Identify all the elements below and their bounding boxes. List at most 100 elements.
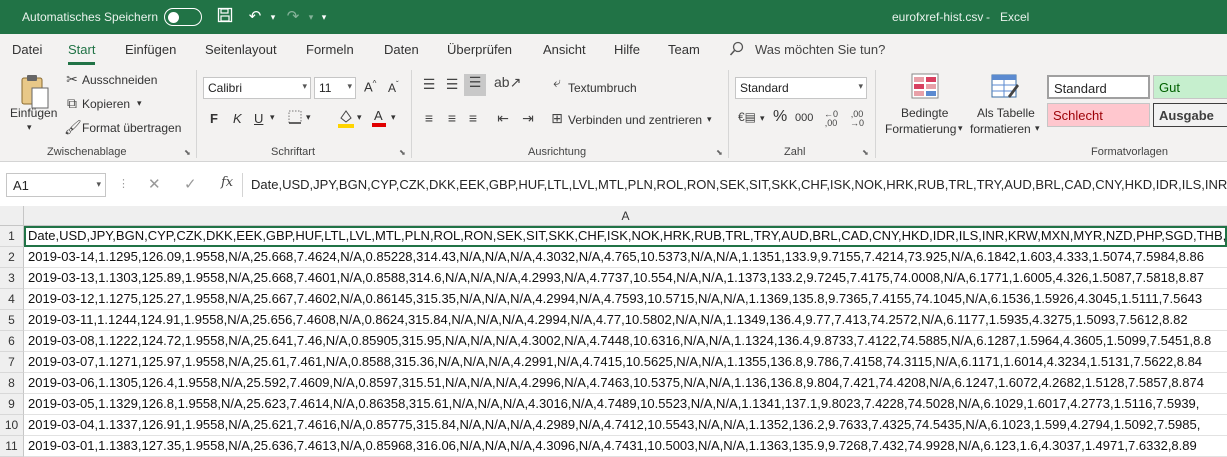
enter-icon[interactable]: ✓ — [184, 175, 197, 193]
format-as-table-icon[interactable] — [988, 72, 1022, 103]
format-as-table-dropdown-icon[interactable]: ▾ — [1035, 123, 1040, 134]
table-row[interactable]: Date,USD,JPY,BGN,CYP,CZK,DKK,EEK,GBP,HUF… — [24, 226, 1227, 247]
bold-button[interactable]: F — [210, 111, 218, 126]
tab-hilfe[interactable]: Hilfe — [614, 42, 640, 57]
cancel-icon[interactable]: ✕ — [148, 175, 161, 193]
align-middle-icon[interactable]: ☰ — [443, 76, 461, 93]
increase-indent-icon[interactable]: ⇥ — [519, 110, 537, 127]
row-header[interactable]: 1 — [0, 226, 24, 247]
fill-color-icon[interactable] — [336, 108, 356, 131]
accounting-dropdown-icon[interactable]: ▾ — [760, 113, 765, 124]
table-row[interactable]: 2019-03-06,1.1305,126.4,1.9558,N/A,25.59… — [24, 373, 1227, 394]
tell-me-search[interactable]: Was möchten Sie tun? — [755, 42, 885, 57]
table-row[interactable]: 2019-03-05,1.1329,126.8,1.9558,N/A,25.62… — [24, 394, 1227, 415]
tab-einfuegen[interactable]: Einfügen — [125, 42, 176, 57]
merge-dropdown-icon[interactable]: ▾ — [707, 114, 712, 125]
cell-style-good[interactable]: Gut — [1153, 75, 1227, 99]
wrap-text-button[interactable]: Textumbruch — [568, 81, 637, 95]
customize-qat-icon[interactable]: ▾ — [313, 7, 335, 27]
grow-font-icon[interactable]: A^ — [364, 79, 376, 94]
row-header[interactable]: 3 — [0, 268, 24, 289]
row-header[interactable]: 4 — [0, 289, 24, 310]
borders-dropdown-icon[interactable]: ▾ — [306, 112, 311, 123]
cell-style-bad[interactable]: Schlecht — [1047, 103, 1150, 127]
undo-dropdown-icon[interactable]: ▾ — [262, 7, 284, 27]
save-icon[interactable] — [214, 7, 236, 27]
number-launcher-icon[interactable]: ⬊ — [862, 148, 871, 157]
conditional-formatting-icon[interactable] — [908, 72, 942, 103]
table-row[interactable]: 2019-03-08,1.1222,124.72,1.9558,N/A,25.6… — [24, 331, 1227, 352]
column-header-a[interactable]: A — [24, 206, 1227, 226]
row-header[interactable]: 10 — [0, 415, 24, 436]
insert-function-icon[interactable]: fx — [221, 175, 233, 190]
font-launcher-icon[interactable]: ⬊ — [399, 148, 408, 157]
tab-start[interactable]: Start — [68, 42, 96, 65]
group-divider — [875, 70, 876, 158]
font-name-select[interactable]: Calibri ▾ — [203, 77, 311, 99]
select-all-corner[interactable] — [0, 206, 24, 226]
merge-center-button[interactable]: Verbinden und zentrieren — [568, 113, 702, 127]
shrink-font-icon[interactable]: Aˇ — [388, 80, 399, 95]
table-row[interactable]: 2019-03-11,1.1244,124.91,1.9558,N/A,25.6… — [24, 310, 1227, 331]
increase-decimal-icon[interactable]: ←0,00 — [820, 110, 842, 128]
align-center-icon[interactable]: ≡ — [443, 110, 461, 126]
conditional-formatting-label[interactable]: Bedingte — [901, 106, 948, 120]
format-painter-button[interactable]: Format übertragen — [82, 121, 181, 135]
fill-dropdown-icon[interactable]: ▾ — [357, 112, 362, 123]
tab-formeln[interactable]: Formeln — [306, 42, 354, 57]
tab-seitenlayout[interactable]: Seitenlayout — [205, 42, 277, 57]
table-row[interactable]: 2019-03-07,1.1271,125.97,1.9558,N/A,25.6… — [24, 352, 1227, 373]
copy-dropdown-icon[interactable]: ▾ — [137, 98, 142, 109]
borders-icon[interactable] — [286, 110, 304, 127]
name-box[interactable]: A1 ▾ — [6, 173, 106, 197]
align-bottom-icon[interactable]: ☰ — [464, 74, 486, 96]
format-as-table-label[interactable]: Als Tabelle — [977, 106, 1035, 120]
font-color-icon[interactable]: A — [370, 107, 388, 130]
tab-ueberpruefen[interactable]: Überprüfen — [447, 42, 512, 57]
font-size-select[interactable]: 11 ▾ — [314, 77, 356, 99]
number-format-select[interactable]: Standard ▾ — [735, 77, 867, 99]
table-row[interactable]: 2019-03-04,1.1337,126.91,1.9558,N/A,25.6… — [24, 415, 1227, 436]
underline-dropdown-icon[interactable]: ▾ — [270, 112, 275, 123]
align-right-icon[interactable]: ≡ — [464, 110, 482, 126]
accounting-format-icon[interactable]: €▤ — [736, 110, 758, 124]
conditional-dropdown-icon[interactable]: ▾ — [958, 123, 963, 134]
format-as-table-label-2[interactable]: formatieren — [970, 122, 1031, 136]
conditional-formatting-label-2[interactable]: Formatierung — [885, 122, 956, 136]
tab-ansicht[interactable]: Ansicht — [543, 42, 586, 57]
table-row[interactable]: 2019-03-12,1.1275,125.27,1.9558,N/A,25.6… — [24, 289, 1227, 310]
clipboard-launcher-icon[interactable]: ⬊ — [184, 148, 193, 157]
cell-style-output[interactable]: Ausgabe — [1153, 103, 1227, 127]
font-color-dropdown-icon[interactable]: ▾ — [391, 112, 396, 123]
table-row[interactable]: 2019-03-13,1.1303,125.89,1.9558,N/A,25.6… — [24, 268, 1227, 289]
paste-button[interactable]: Einfügen — [10, 106, 57, 120]
alignment-launcher-icon[interactable]: ⬊ — [716, 148, 725, 157]
orientation-icon[interactable]: ab↗ — [494, 74, 521, 91]
thousands-button[interactable]: 000 — [795, 112, 813, 124]
tab-team[interactable]: Team — [668, 42, 700, 57]
tab-datei[interactable]: Datei — [12, 42, 42, 57]
table-row[interactable]: 2019-03-01,1.1383,127.35,1.9558,N/A,25.6… — [24, 436, 1227, 457]
decrease-decimal-icon[interactable]: ,00 →0 — [846, 110, 868, 128]
row-header[interactable]: 6 — [0, 331, 24, 352]
row-header[interactable]: 2 — [0, 247, 24, 268]
copy-button[interactable]: Kopieren — [82, 97, 130, 111]
italic-button[interactable]: K — [233, 111, 242, 126]
row-header[interactable]: 5 — [0, 310, 24, 331]
tab-daten[interactable]: Daten — [384, 42, 419, 57]
align-left-icon[interactable]: ≡ — [420, 110, 438, 126]
paste-dropdown-icon[interactable]: ▾ — [27, 122, 32, 133]
align-top-icon[interactable]: ☰ — [420, 76, 438, 93]
table-row[interactable]: 2019-03-14,1.1295,126.09,1.9558,N/A,25.6… — [24, 247, 1227, 268]
row-header[interactable]: 9 — [0, 394, 24, 415]
cut-button[interactable]: Ausschneiden — [82, 73, 157, 87]
percent-button[interactable]: % — [773, 108, 787, 126]
autosave-toggle[interactable] — [164, 8, 202, 26]
underline-button[interactable]: U — [254, 111, 263, 126]
row-header[interactable]: 11 — [0, 436, 24, 457]
decrease-indent-icon[interactable]: ⇤ — [494, 110, 512, 127]
formula-input[interactable]: Date,USD,JPY,BGN,CYP,CZK,DKK,EEK,GBP,HUF… — [242, 173, 1227, 197]
row-header[interactable]: 8 — [0, 373, 24, 394]
cell-style-standard[interactable]: Standard — [1047, 75, 1150, 99]
row-header[interactable]: 7 — [0, 352, 24, 373]
